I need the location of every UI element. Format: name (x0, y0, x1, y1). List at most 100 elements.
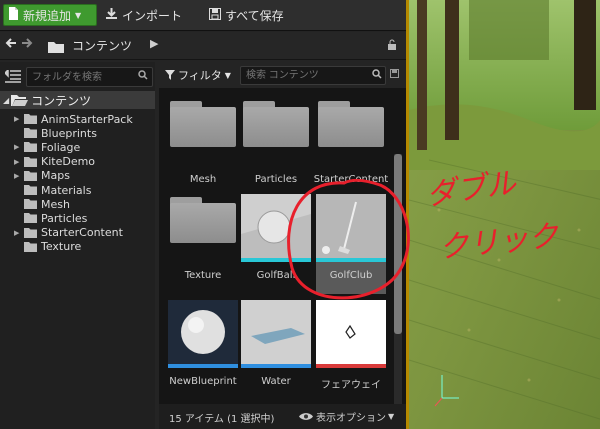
asset-label: GolfBall (256, 270, 296, 281)
add-new-button[interactable]: 新規追加 ▼ (3, 4, 97, 26)
folder-tile[interactable]: Particles (241, 98, 311, 198)
tree-item[interactable]: Mesh (0, 197, 155, 211)
expanded-triangle-icon[interactable]: ◢ (3, 96, 9, 105)
tree-item[interactable]: ▶ AnimStarterPack (0, 112, 155, 126)
folder-tree: ◢ コンテンツ ▶ AnimStarterPackBlueprints ▶ Folia… (0, 62, 155, 429)
asset-view: フィルタ ▼ Mesh Particles StarterContent Textur… (159, 62, 406, 429)
folder-search-row (2, 67, 153, 87)
collapsed-triangle-icon[interactable]: ▶ (14, 143, 24, 151)
tree-item[interactable]: ▶ KiteDemo (0, 155, 155, 169)
asset-label: フェアウェイ (321, 380, 381, 391)
download-icon (105, 7, 118, 23)
asset-thumbnail (241, 300, 311, 370)
asset-tile[interactable]: GolfBall (241, 194, 311, 294)
search-icon (372, 69, 382, 82)
list-toggle-icon[interactable] (3, 68, 21, 84)
asset-filter-bar: フィルタ ▼ (159, 62, 406, 88)
folder-icon (24, 142, 37, 153)
tree-item-label: Particles (41, 211, 88, 225)
folder-icon (24, 227, 37, 238)
save-all-label: すべて保存 (225, 8, 284, 23)
folder-tile[interactable]: StarterContent (314, 98, 388, 198)
asset-tile[interactable]: NewBlueprint (168, 300, 238, 400)
folder-icon (24, 114, 37, 124)
asset-tile[interactable]: フェアウェイ (316, 300, 386, 400)
tree-item-label: Blueprints (41, 126, 97, 140)
import-label: インポート (122, 8, 183, 23)
asset-tile[interactable]: Water (241, 300, 311, 400)
folder-icon (168, 194, 238, 264)
save-search-icon[interactable] (390, 69, 399, 81)
folder-icon (24, 241, 37, 252)
save-all-button[interactable]: すべて保存 (209, 4, 299, 26)
tree-item[interactable]: Blueprints (0, 126, 155, 140)
folder-icon (24, 170, 37, 181)
path-bar: コンテンツ ▶ (0, 32, 406, 60)
open-folder-icon (11, 95, 29, 106)
tree-item[interactable]: ▶ Maps (0, 169, 155, 183)
folder-icon (24, 213, 37, 224)
folder-tile[interactable]: Texture (168, 194, 238, 294)
asset-thumbnail (168, 300, 238, 370)
asset-thumbnail (316, 300, 386, 370)
filter-button[interactable]: フィルタ ▼ (165, 67, 231, 83)
asset-label: StarterContent (313, 174, 389, 185)
tree-root-label: コンテンツ (31, 93, 92, 108)
asset-tile[interactable]: GolfClub (316, 194, 386, 294)
tree-item-label: Foliage (41, 140, 81, 154)
folder-icon (24, 128, 37, 139)
collapsed-triangle-icon[interactable]: ▶ (14, 172, 24, 180)
collapsed-triangle-icon[interactable]: ▶ (14, 115, 24, 123)
eye-icon (299, 413, 313, 420)
chevron-right-icon[interactable]: ▶ (150, 37, 158, 50)
back-arrow-icon[interactable] (5, 37, 17, 53)
folder-icon (24, 199, 37, 210)
folder-search-input[interactable] (26, 67, 153, 87)
folder-icon (168, 98, 238, 168)
tree-item-label: Materials (41, 183, 92, 197)
folder-tile[interactable]: Mesh (168, 98, 238, 198)
asset-scrollbar[interactable] (394, 154, 402, 404)
asset-label: GolfClub (329, 270, 373, 281)
view-options-button[interactable]: 表示オプション ▼ (299, 409, 394, 424)
search-icon (138, 70, 148, 83)
lock-icon[interactable] (387, 39, 397, 54)
collapsed-triangle-icon[interactable]: ▶ (14, 229, 24, 237)
asset-status-bar: 15 アイテム (1 選択中) 表示オプション ▼ (159, 404, 406, 429)
breadcrumb-content[interactable]: コンテンツ (72, 37, 132, 54)
level-viewport[interactable] (406, 0, 600, 429)
import-button[interactable]: インポート (105, 4, 200, 26)
asset-thumbnail (241, 194, 311, 264)
collapsed-triangle-icon[interactable]: ▶ (14, 158, 24, 166)
asset-search-input[interactable] (240, 66, 386, 85)
folder-icon (241, 98, 311, 168)
tree-item-label: Mesh (41, 197, 70, 211)
folder-icon (316, 98, 386, 168)
asset-thumbnail (316, 194, 386, 264)
folder-icon (48, 38, 64, 57)
tree-item[interactable]: ▶ StarterContent (0, 226, 155, 240)
tree-item[interactable]: Particles (0, 211, 155, 225)
asset-label: Water (261, 376, 291, 387)
scene-render (409, 0, 600, 429)
chevron-down-icon: ▼ (224, 70, 231, 80)
scrollbar-thumb[interactable] (394, 154, 402, 334)
tree-item-root[interactable]: ◢ コンテンツ (0, 91, 155, 109)
tree-item[interactable]: Materials (0, 183, 155, 197)
tree-item-label: KiteDemo (41, 155, 96, 169)
view-options-label: 表示オプション (316, 413, 386, 424)
forward-arrow-icon[interactable] (21, 37, 33, 53)
tree-item-label: Maps (41, 169, 70, 183)
folder-icon (24, 185, 37, 195)
tree-item-label: Texture (41, 240, 82, 254)
tree-item[interactable]: ▶ Foliage (0, 140, 155, 154)
add-new-label: 新規追加 (23, 8, 72, 23)
content-browser-toolbar: 新規追加 ▼ インポート すべて保存 (0, 0, 406, 31)
editor-window: 新規追加 ▼ インポート すべて保存 コンテンツ ▶ フォルダを検索 ◢ コンテ… (0, 0, 600, 429)
tree-item-label: StarterContent (41, 226, 123, 240)
content-browser: 新規追加 ▼ インポート すべて保存 コンテンツ ▶ フォルダを検索 ◢ コンテ… (0, 0, 406, 429)
new-file-icon (8, 7, 19, 23)
folder-icon (24, 156, 37, 167)
tree-item[interactable]: Texture (0, 240, 155, 254)
item-count-status: 15 アイテム (1 選択中) (169, 414, 275, 425)
